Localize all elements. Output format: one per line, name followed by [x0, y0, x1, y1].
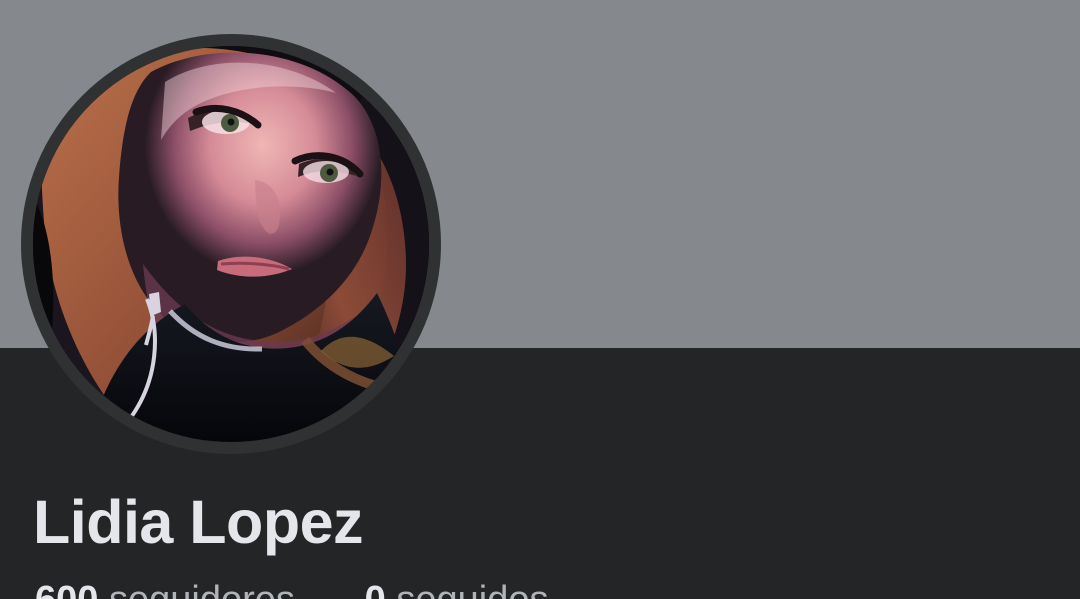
profile-stats: 600 seguidores · 0 seguidos [35, 577, 548, 599]
profile-photo[interactable] [33, 46, 429, 442]
profile-name: Lidia Lopez [33, 488, 364, 556]
following-count[interactable]: 0 [365, 579, 386, 599]
stats-separator: · [323, 577, 336, 599]
profile-page: Lidia Lopez 600 seguidores · 0 seguidos [0, 0, 1080, 599]
followers-label[interactable]: seguidores [109, 579, 295, 599]
followers-count[interactable]: 600 [35, 579, 98, 599]
following-label[interactable]: seguidos [396, 579, 548, 599]
profile-photo-artwork [33, 46, 429, 442]
